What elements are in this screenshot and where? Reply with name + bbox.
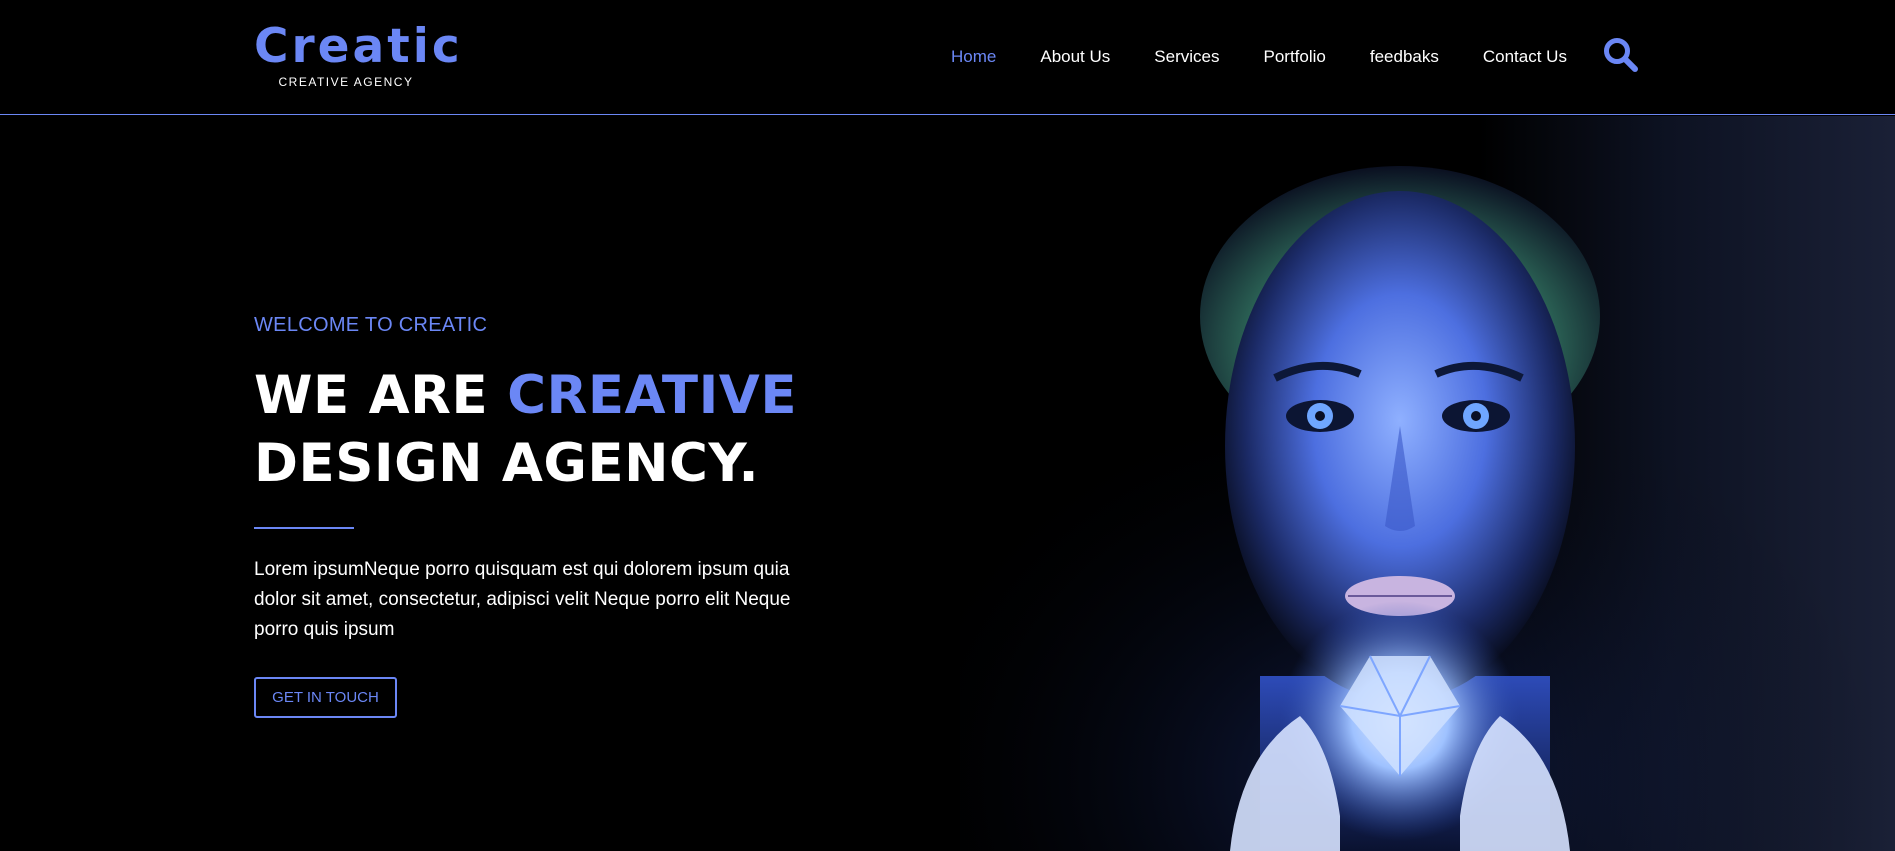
logo-title: Creatic [254,19,463,74]
search-button[interactable] [1602,36,1640,74]
nav-item-portfolio[interactable]: Portfolio [1263,44,1325,70]
logo[interactable]: Creatic CREATIVE AGENCY [254,19,463,90]
nav-item-contact-us[interactable]: Contact Us [1483,44,1567,70]
nav-item-about-us[interactable]: About Us [1040,44,1110,70]
page: Creatic CREATIVE AGENCY Home About Us Se… [0,0,1895,851]
headline-accent: CREATIVE [507,365,798,426]
hero-image [960,116,1895,851]
logo-subtitle: CREATIVE AGENCY [278,75,414,89]
hero-body-text: Lorem ipsumNeque porro quisquam est qui … [254,559,791,640]
hero-divider [254,527,354,529]
nav-item-feedbacks[interactable]: feedbaks [1370,44,1439,70]
headline-part1: WE ARE [254,365,508,426]
nav-item-services[interactable]: Services [1154,44,1219,70]
nav-item-home[interactable]: Home [951,44,996,70]
site-header: Creatic CREATIVE AGENCY Home About Us Se… [0,0,1895,115]
hero-headline: WE ARE CREATIVE DESIGN AGENCY. [254,362,797,498]
main-nav: Home About Us Services Portfolio feedbak… [951,44,1567,70]
welcome-text: WELCOME TO CREATIC [254,314,488,336]
get-in-touch-button[interactable]: GET IN TOUCH [254,677,397,718]
headline-line2: DESIGN AGENCY. [254,433,760,494]
glowing-face-illustration [960,116,1895,851]
search-icon [1604,38,1638,72]
